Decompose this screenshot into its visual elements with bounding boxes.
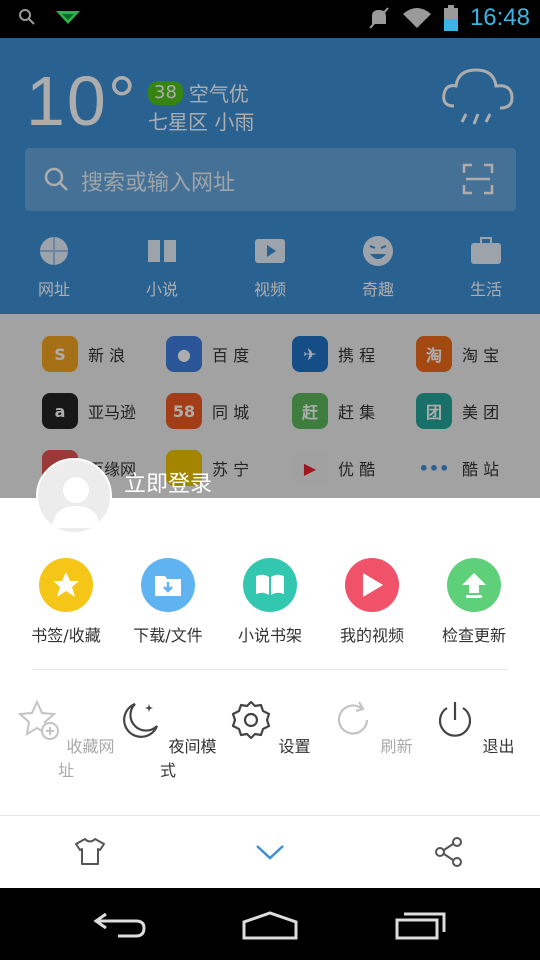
home-icon[interactable] — [240, 910, 300, 942]
share-icon[interactable] — [434, 836, 464, 868]
system-nav-bar — [0, 888, 540, 960]
recent-apps-icon[interactable] — [394, 910, 448, 940]
menu-add-bookmark[interactable]: 收藏网址 — [15, 698, 117, 781]
menu-footer — [0, 815, 540, 888]
menu-label: 我的视频 — [339, 626, 404, 645]
menu-settings[interactable]: 设置 — [219, 698, 321, 781]
menu-night-mode[interactable]: 夜间模式 — [117, 698, 219, 781]
menu-downloads[interactable]: 下载/文件 — [117, 558, 219, 646]
menu-label: 退出 — [482, 737, 515, 756]
dim-overlay[interactable] — [0, 38, 540, 498]
menu-label: 收藏网址 — [57, 737, 115, 780]
avatar[interactable] — [36, 458, 112, 534]
menu-label: 小说书架 — [237, 626, 302, 645]
search-icon — [19, 9, 35, 25]
status-bar: 16:48 — [0, 0, 540, 38]
tshirt-icon[interactable] — [74, 836, 106, 866]
moon-icon — [123, 702, 159, 738]
open-book-icon — [243, 558, 297, 612]
gear-icon — [232, 700, 271, 740]
download-folder-icon — [141, 558, 195, 612]
menu-label: 夜间模式 — [159, 737, 217, 780]
bookmark-star-icon — [39, 558, 93, 612]
menu-bookshelf[interactable]: 小说书架 — [219, 558, 321, 646]
upload-arrow-icon — [447, 558, 501, 612]
menu-label: 检查更新 — [441, 626, 506, 645]
login-button[interactable]: 立即登录 — [124, 466, 212, 498]
wifi-icon — [402, 8, 431, 28]
menu-label: 书签/收藏 — [31, 626, 101, 645]
divider — [32, 669, 508, 670]
battery-icon — [443, 5, 458, 31]
play-icon — [345, 558, 399, 612]
add-star-icon — [18, 699, 60, 740]
back-icon[interactable] — [92, 910, 148, 940]
menu-exit[interactable]: 退出 — [423, 698, 525, 781]
menu-refresh[interactable]: 刷新 — [321, 698, 423, 781]
menu-sheet: 书签/收藏 下载/文件 小说书架 我的视频 检查更新 收藏网址 夜间模式 设置 … — [0, 498, 540, 888]
mute-icon — [369, 7, 389, 29]
primary-menu: 书签/收藏 下载/文件 小说书架 我的视频 检查更新 — [0, 558, 540, 646]
menu-check-update[interactable]: 检查更新 — [423, 558, 525, 646]
chevron-down-icon[interactable] — [254, 842, 286, 862]
menu-my-videos[interactable]: 我的视频 — [321, 558, 423, 646]
menu-label: 刷新 — [380, 737, 413, 756]
menu-label: 设置 — [278, 737, 311, 756]
menu-label: 下载/文件 — [133, 626, 203, 645]
refresh-icon — [338, 701, 369, 735]
clock: 16:48 — [469, 4, 530, 31]
secondary-menu: 收藏网址 夜间模式 设置 刷新 退出 — [0, 698, 540, 781]
menu-bookmarks[interactable]: 书签/收藏 — [15, 558, 117, 646]
power-icon — [439, 702, 472, 737]
app-notification-icon — [56, 11, 80, 24]
